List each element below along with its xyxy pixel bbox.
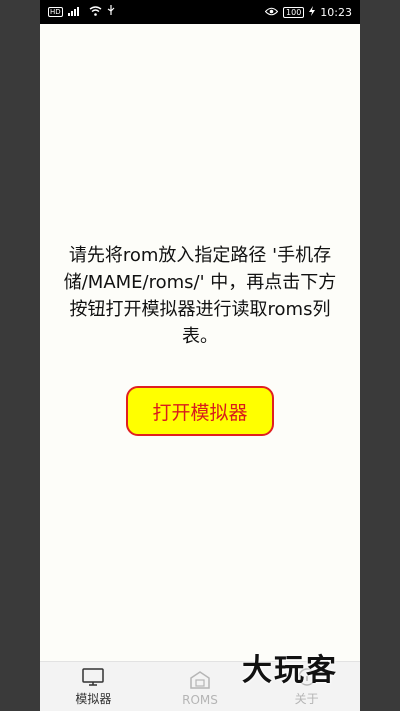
watermark-logo: 大玩客 — [242, 653, 338, 688]
usb-icon — [107, 5, 115, 19]
status-time: 10:23 — [320, 5, 352, 19]
nav-item-roms[interactable]: ROMS — [147, 662, 254, 711]
charging-icon — [309, 5, 316, 19]
status-bar: HD 100 10:23 — [40, 0, 360, 24]
status-right: 100 10:23 — [264, 5, 352, 19]
hd-badge: HD — [48, 7, 63, 17]
main-content: 请先将rom放入指定路径 '手机存储/MAME/roms/' 中，再点击下方按钮… — [40, 24, 360, 662]
phone-screen: HD 100 10:23 请先将rom放入指定路径 '手机存储/MAME/rom… — [40, 0, 360, 711]
signal-icon — [67, 6, 84, 19]
status-left: HD — [48, 5, 115, 19]
eye-icon — [264, 6, 279, 19]
monitor-icon — [81, 666, 105, 688]
open-emulator-button[interactable]: 打开模拟器 — [126, 386, 274, 436]
nav-item-emulator[interactable]: 模拟器 — [40, 662, 147, 711]
wifi-icon — [89, 5, 102, 19]
battery-indicator: 100 — [283, 6, 305, 18]
nav-label-emulator: 模拟器 — [75, 692, 112, 706]
nav-label-about: 关于 — [294, 692, 319, 706]
rom-folder-icon — [188, 669, 212, 691]
instruction-message: 请先将rom放入指定路径 '手机存储/MAME/roms/' 中，再点击下方按钮… — [63, 245, 337, 347]
nav-label-roms: ROMS — [182, 693, 218, 707]
